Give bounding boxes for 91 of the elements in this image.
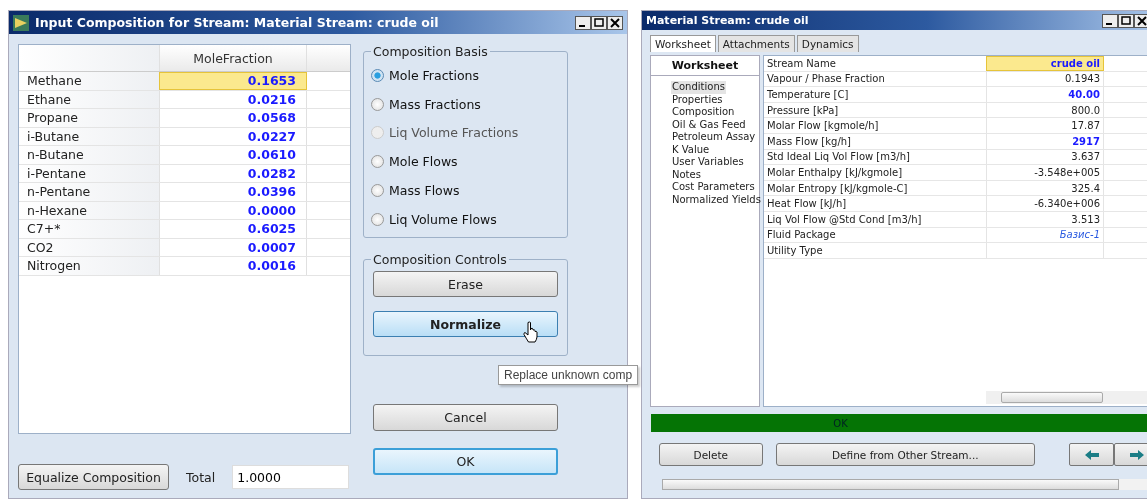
property-value[interactable]: 325.4: [986, 180, 1104, 196]
close-icon[interactable]: [607, 15, 623, 30]
total-label: Total: [186, 469, 216, 485]
property-value[interactable]: 0.1943: [986, 71, 1104, 87]
mole-fraction-cell[interactable]: 0.0007: [159, 238, 307, 256]
property-value[interactable]: crude oil: [986, 56, 1104, 71]
property-label: Utility Type: [766, 243, 824, 258]
right-arrow-icon: [1130, 449, 1145, 460]
radio-option[interactable]: Mole Flows: [371, 147, 560, 177]
next-button[interactable]: [1114, 443, 1147, 466]
mole-fraction-cell[interactable]: 0.0000: [159, 201, 307, 219]
property-value[interactable]: 2917: [986, 133, 1104, 149]
radio-button[interactable]: [371, 212, 384, 226]
sidebar-item[interactable]: Petroleum Assay: [671, 131, 757, 144]
mole-fraction-cell[interactable]: 0.1653: [159, 72, 307, 90]
mole-fraction-cell[interactable]: 0.0568: [159, 109, 307, 127]
radio-option[interactable]: Mole Fractions: [371, 61, 560, 90]
radio-option[interactable]: Mass Flows: [371, 176, 560, 205]
mole-fraction-cell[interactable]: 0.0396: [159, 183, 307, 201]
tab[interactable]: Dynamics: [796, 35, 859, 52]
app-icon: [13, 14, 29, 31]
close-icon[interactable]: [1134, 13, 1147, 28]
define-from-other-stream-button[interactable]: Define from Other Stream...: [775, 443, 1035, 466]
property-value[interactable]: 40.00: [986, 87, 1104, 102]
window-title: Material Stream: crude oil: [646, 14, 810, 27]
sidebar-item[interactable]: Properties: [671, 93, 724, 106]
hand-cursor-icon: [523, 321, 539, 343]
status-bar: OK: [651, 414, 1147, 432]
property-label: Molar Entropy [kJ/kgmole-C]: [766, 181, 909, 196]
mole-fraction-cell[interactable]: 0.6025: [159, 220, 307, 238]
minimize-icon[interactable]: [575, 15, 591, 30]
mole-fraction-cell[interactable]: 0.0282: [159, 164, 307, 182]
maximize-icon[interactable]: [1118, 13, 1134, 28]
equalize-composition-button[interactable]: Equalize Composition: [18, 464, 169, 490]
dialog-button[interactable]: OK: [373, 448, 558, 475]
tab[interactable]: Worksheet: [650, 35, 716, 52]
property-label: Std Ideal Liq Vol Flow [m3/h]: [766, 150, 911, 165]
sidebar-item[interactable]: Composition: [671, 106, 736, 119]
tab[interactable]: Attachments: [717, 35, 795, 52]
composition-control-button[interactable]: Erase: [373, 271, 558, 297]
property-value[interactable]: 17.87: [986, 118, 1104, 133]
left-arrow-icon: [1084, 449, 1099, 460]
property-label: Temperature [C]: [766, 88, 850, 102]
sidebar-title: Worksheet: [651, 56, 759, 76]
property-value[interactable]: 3.637: [986, 149, 1104, 165]
composition-control-button[interactable]: Normalize: [373, 311, 558, 337]
property-value[interactable]: 3.513: [986, 211, 1104, 227]
sidebar-item[interactable]: User Variables: [671, 156, 745, 169]
property-value[interactable]: -6.340e+006: [986, 196, 1104, 211]
sidebar-item[interactable]: K Value: [671, 143, 711, 156]
sidebar-item[interactable]: Normalized Yields: [671, 193, 762, 206]
tooltip: Replace unknown comp: [498, 365, 639, 385]
previous-button[interactable]: [1068, 443, 1115, 466]
group-title: Composition Controls: [372, 252, 508, 267]
group-title: Composition Basis: [372, 44, 489, 59]
dialog-button[interactable]: Cancel: [373, 404, 558, 431]
property-label: Stream Name: [766, 56, 837, 71]
sidebar-item[interactable]: Notes: [671, 168, 702, 181]
sidebar-item[interactable]: Oil & Gas Feed: [671, 118, 747, 131]
maximize-icon[interactable]: [591, 15, 607, 30]
mole-fraction-cell[interactable]: 0.0227: [159, 127, 307, 145]
property-value[interactable]: 800.0: [986, 102, 1104, 118]
horizontal-scrollbar[interactable]: [662, 479, 1147, 490]
empty-cell[interactable]: [986, 243, 1104, 258]
total-field[interactable]: 1.0000: [232, 465, 350, 489]
horizontal-scrollbar[interactable]: [986, 391, 1147, 404]
radio-button[interactable]: [371, 155, 384, 169]
property-label: Pressure [kPa]: [766, 103, 840, 118]
mole-fraction-cell[interactable]: 0.0216: [159, 90, 307, 108]
radio-option[interactable]: Mass Fractions: [371, 89, 560, 119]
sidebar-item[interactable]: Cost Parameters: [671, 181, 756, 194]
minimize-icon[interactable]: [1102, 13, 1118, 28]
property-label: Molar Enthalpy [kJ/kgmole]: [766, 165, 904, 180]
property-label: Fluid Package: [766, 228, 837, 243]
window-title: Input Composition for Stream: Material Stream: crude oil: [35, 15, 440, 30]
property-label: Vapour / Phase Fraction: [766, 72, 886, 87]
sidebar-item[interactable]: Conditions: [671, 81, 726, 94]
radio-button[interactable]: [371, 184, 384, 198]
radio-button[interactable]: [371, 68, 384, 82]
mole-fraction-cell[interactable]: 0.0610: [159, 146, 307, 164]
mole-fraction-cell[interactable]: 0.0016: [159, 257, 307, 275]
property-value[interactable]: Базис-1: [986, 227, 1104, 243]
property-label: Molar Flow [kgmole/h]: [766, 119, 880, 133]
radio-option[interactable]: Liq Volume Flows: [371, 205, 560, 234]
radio-button[interactable]: [371, 97, 384, 111]
property-label: Liq Vol Flow @Std Cond [m3/h]: [766, 212, 923, 227]
column-header: MoleFraction: [159, 45, 307, 71]
property-value[interactable]: -3.548e+005: [986, 165, 1104, 180]
delete-button[interactable]: Delete: [659, 443, 763, 466]
property-label: Mass Flow [kg/h]: [766, 134, 852, 149]
property-label: Heat Flow [kJ/h]: [766, 197, 848, 211]
